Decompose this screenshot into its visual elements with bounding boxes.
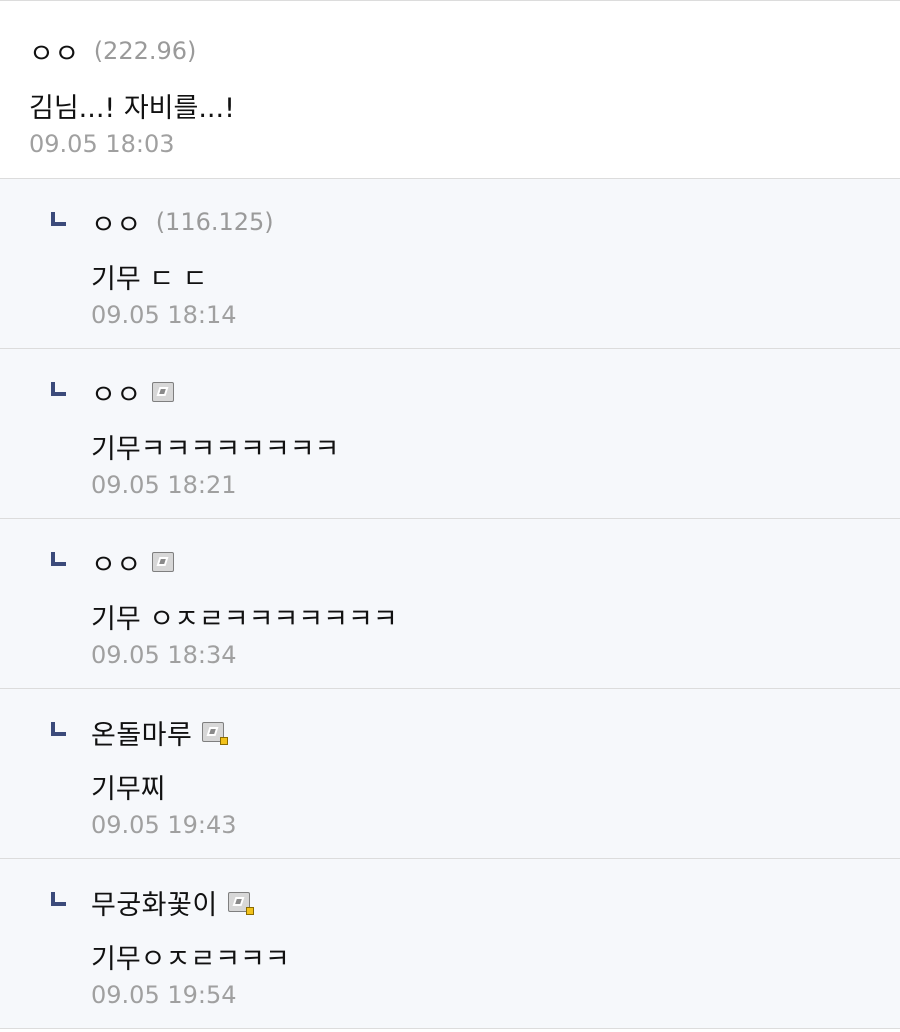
comment-ip: (222.96) xyxy=(93,37,197,65)
comment-header: ㅇㅇ (116.125) xyxy=(91,203,274,242)
comment-header: ㅇㅇ (222.96) xyxy=(29,32,197,71)
comment-text: 김님...! 자비를...! xyxy=(29,93,235,124)
reply-item: 무궁화꽃이 기무ㅇㅈㄹㅋㅋㅋ 09.05 19:54 xyxy=(0,859,900,1029)
comment-header: 온돌마루 xyxy=(91,713,229,752)
gold-fixed-nick-icon xyxy=(227,892,254,915)
comment-date: 09.05 18:03 xyxy=(29,130,175,158)
comment-text: 기무ㅋㅋㅋㅋㅋㅋㅋㅋ xyxy=(91,434,340,465)
gold-badge-dot xyxy=(220,737,229,745)
reply-item: 온돌마루 기무찌 09.05 19:43 xyxy=(0,689,900,859)
comment-date: 09.05 18:34 xyxy=(91,641,237,669)
reply-arrow-icon xyxy=(51,892,66,906)
reply-item: ㅇㅇ (116.125) 기무 ㄷ ㄷ 09.05 18:14 xyxy=(0,179,900,349)
gold-badge-dot xyxy=(245,907,254,915)
reply-arrow-icon xyxy=(51,212,66,226)
comment-text: 기무 ㄷ ㄷ xyxy=(91,264,208,295)
comment-header: ㅇㅇ xyxy=(91,373,174,412)
fixed-nick-icon xyxy=(151,552,174,572)
fixed-nick-icon xyxy=(151,382,174,402)
comment-text: 기무ㅇㅈㄹㅋㅋㅋ xyxy=(91,944,290,975)
comment-date: 09.05 18:21 xyxy=(91,471,237,499)
comment-list: ㅇㅇ (222.96) 김님...! 자비를...! 09.05 18:03 ㅇ… xyxy=(0,0,900,1032)
comment-item: ㅇㅇ (222.96) 김님...! 자비를...! 09.05 18:03 xyxy=(0,8,900,179)
comment-header: 무궁화꽃이 xyxy=(91,883,254,922)
reply-arrow-icon xyxy=(51,722,66,736)
comment-ip: (116.125) xyxy=(155,208,274,236)
reply-arrow-icon xyxy=(51,552,66,566)
gold-fixed-nick-icon xyxy=(202,722,229,745)
comment-text: 기무 ㅇㅈㄹㅋㅋㅋㅋㅋㅋㅋ xyxy=(91,604,398,635)
comment-nickname[interactable]: 무궁화꽃이 xyxy=(91,883,218,922)
reply-arrow-icon xyxy=(51,382,66,396)
reply-item: ㅇㅇ 기무 ㅇㅈㄹㅋㅋㅋㅋㅋㅋㅋ 09.05 18:34 xyxy=(0,519,900,689)
comment-nickname[interactable]: 온돌마루 xyxy=(91,713,192,752)
comment-date: 09.05 19:54 xyxy=(91,981,237,1009)
comment-text: 기무찌 xyxy=(91,774,166,805)
comment-nickname[interactable]: ㅇㅇ xyxy=(91,373,142,412)
reply-item: ㅇㅇ 기무ㅋㅋㅋㅋㅋㅋㅋㅋ 09.05 18:21 xyxy=(0,349,900,519)
comment-date: 09.05 19:43 xyxy=(91,811,237,839)
comment-nickname[interactable]: ㅇㅇ xyxy=(29,32,80,71)
comment-date: 09.05 18:14 xyxy=(91,301,237,329)
comment-nickname[interactable]: ㅇㅇ xyxy=(91,203,142,242)
comment-nickname[interactable]: ㅇㅇ xyxy=(91,543,142,582)
comment-header: ㅇㅇ xyxy=(91,543,174,582)
